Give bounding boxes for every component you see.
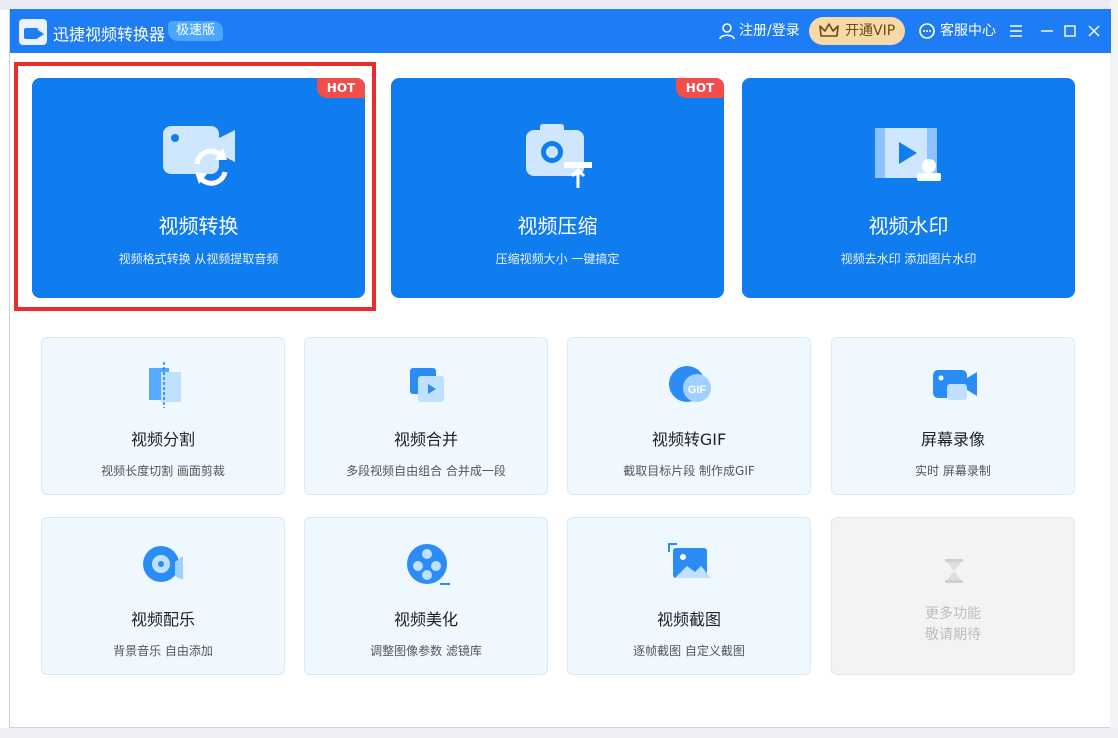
customer-service-link[interactable]: 客服中心 xyxy=(940,21,996,41)
tool-title: 视频美化 xyxy=(393,610,458,629)
tool-video-music[interactable]: 视频配乐 背景音乐 自由添加 xyxy=(41,517,285,675)
card-video-compress[interactable]: HOT 视频压缩 压缩视频大小 一键搞定 xyxy=(391,78,724,298)
tool-video-gif[interactable]: GIF 视频转GIF 截取目标片段 制作成GIF xyxy=(567,337,811,495)
chat-icon[interactable] xyxy=(918,22,936,40)
tool-video-split[interactable]: 视频分割 视频长度切割 画面剪裁 xyxy=(41,337,285,495)
hot-badge: HOT xyxy=(676,78,724,98)
more-title: 更多功能 xyxy=(925,606,981,622)
music-icon xyxy=(143,546,183,582)
card-title: 视频转换 xyxy=(158,214,239,238)
video-split-icon xyxy=(149,362,181,408)
screen-record-icon xyxy=(933,370,977,400)
svg-text:GIF: GIF xyxy=(688,384,707,396)
hot-badge: HOT xyxy=(317,78,365,98)
card-title: 视频压缩 xyxy=(517,214,598,238)
video-compress-icon xyxy=(526,124,592,188)
card-video-watermark[interactable]: 视频水印 视频去水印 添加图片水印 xyxy=(742,78,1075,298)
tool-screen-record[interactable]: 屏幕录像 实时 屏幕录制 xyxy=(831,337,1075,495)
title-bar[interactable]: 迅捷视频转换器 极速版 注册/登录 开通VIP 客服中心 xyxy=(10,9,1111,53)
login-link[interactable]: 注册/登录 xyxy=(717,21,800,41)
card-subtitle: 视频格式转换 从视频提取音频 xyxy=(118,252,279,266)
tool-video-merge[interactable]: 视频合并 多段视频自由组合 合并成一段 xyxy=(304,337,548,495)
card-subtitle: 视频去水印 添加图片水印 xyxy=(840,252,977,266)
tool-subtitle: 实时 屏幕录制 xyxy=(915,464,991,478)
app-logo-icon xyxy=(19,19,47,45)
video-merge-icon xyxy=(410,368,444,402)
tool-title: 视频配乐 xyxy=(130,610,195,629)
tool-title: 视频分割 xyxy=(130,430,195,449)
crown-icon xyxy=(819,23,839,37)
screenshot-icon xyxy=(668,543,711,578)
tool-more-coming: 更多功能 敬请期待 xyxy=(831,517,1075,675)
tool-subtitle: 多段视频自由组合 合并成一段 xyxy=(346,464,506,478)
desktop-background-bottom xyxy=(0,728,1118,738)
close-icon[interactable] xyxy=(1084,21,1104,41)
tool-title: 视频转GIF xyxy=(651,430,727,449)
tool-video-screenshot[interactable]: 视频截图 逐帧截图 自定义截图 xyxy=(567,517,811,675)
tool-title: 视频合并 xyxy=(393,430,458,449)
edition-badge: 极速版 xyxy=(168,21,224,41)
gif-icon: GIF xyxy=(669,366,711,402)
maximize-icon[interactable] xyxy=(1060,21,1080,41)
tool-subtitle: 逐帧截图 自定义截图 xyxy=(633,644,745,658)
more-subtitle: 敬请期待 xyxy=(925,627,981,643)
card-video-convert[interactable]: HOT 视频转换 视频格式转换 从视频提取音频 xyxy=(32,78,365,298)
tool-video-beautify[interactable]: 视频美化 调整图像参数 滤镜库 xyxy=(304,517,548,675)
card-subtitle: 压缩视频大小 一键搞定 xyxy=(495,252,620,266)
video-convert-icon xyxy=(163,126,235,186)
minimize-icon[interactable] xyxy=(1037,21,1057,41)
tool-title: 视频截图 xyxy=(656,610,721,629)
video-watermark-icon xyxy=(875,128,941,181)
app-title: 迅捷视频转换器 xyxy=(53,25,166,44)
tool-subtitle: 背景音乐 自由添加 xyxy=(113,644,213,658)
card-title: 视频水印 xyxy=(868,214,949,238)
tool-subtitle: 调整图像参数 滤镜库 xyxy=(370,644,482,658)
hourglass-icon xyxy=(945,559,963,583)
menu-icon[interactable] xyxy=(1006,21,1026,41)
beautify-icon xyxy=(407,544,450,585)
tool-title: 屏幕录像 xyxy=(920,430,985,449)
tool-subtitle: 截取目标片段 制作成GIF xyxy=(623,464,755,478)
tool-subtitle: 视频长度切割 画面剪裁 xyxy=(101,464,225,478)
desktop-background-right xyxy=(1110,0,1118,738)
